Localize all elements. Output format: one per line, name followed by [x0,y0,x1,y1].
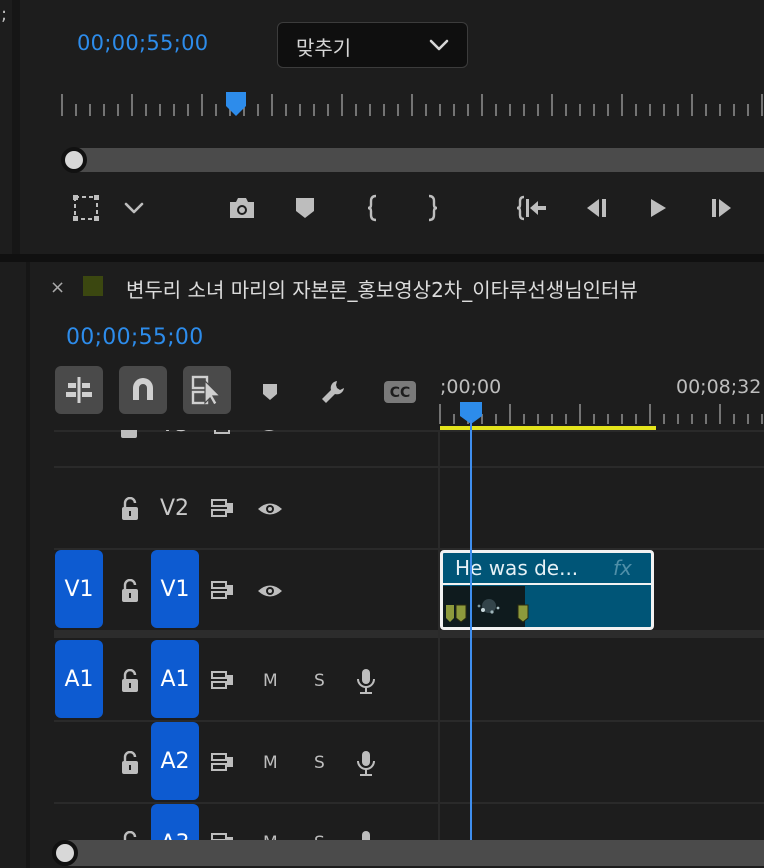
microphone-icon[interactable] [354,748,378,778]
panel-divider[interactable] [0,254,764,262]
microphone-icon[interactable] [354,828,378,840]
track-label-v3[interactable]: V3 [160,430,189,437]
sync-lock-icon[interactable] [212,430,238,436]
lock-open-icon[interactable] [118,578,142,604]
eye-icon[interactable] [256,581,284,601]
solo-track-button[interactable]: S [314,671,325,691]
clip-name-divider [443,583,651,585]
eye-icon[interactable] [256,499,284,519]
program-zoom-scrollbar-handle[interactable] [61,147,87,173]
add-marker-icon[interactable] [287,190,323,226]
program-playhead-handle[interactable] [226,92,246,116]
mute-track-button[interactable]: M [263,671,278,691]
sequence-label-color-swatch [83,276,103,296]
left-panel-edge [0,0,12,254]
sync-lock-icon[interactable] [210,497,236,519]
left-panel-edge [0,262,26,868]
mark-out-icon[interactable] [414,190,450,226]
settings-chevron-icon[interactable] [116,190,152,226]
mute-track-button[interactable]: M [263,753,278,773]
track-header-a2: A2 M S [54,722,434,802]
clip-fx-badge[interactable]: fx [613,556,632,580]
microphone-icon[interactable] [354,666,378,696]
track-header-v3: V3 [118,430,398,444]
linked-selection-icon[interactable] [183,366,231,414]
snap-magnet-icon[interactable] [119,366,167,414]
svg-text:CC: CC [390,385,411,401]
eye-icon[interactable] [256,430,282,436]
source-patch-a1[interactable]: A1 [55,640,103,718]
track-target-a2[interactable]: A2 [151,722,199,800]
insert-nest-icon[interactable] [55,366,103,414]
track-target-a3[interactable]: A3 [151,804,199,840]
solo-track-button[interactable]: S [314,833,325,840]
track-header-a1: A1 A1 M S [54,640,434,720]
fit-zoom-dropdown[interactable]: 맞추기 [277,22,468,68]
left-panel-timecode-fragment: ; [1,4,8,25]
sync-lock-icon[interactable] [210,579,236,601]
close-tab-icon[interactable]: × [50,277,65,298]
export-frame-camera-icon[interactable] [224,190,260,226]
lock-open-icon[interactable] [118,830,142,840]
mark-in-icon[interactable] [355,190,391,226]
track-target-a1[interactable]: A1 [151,640,199,718]
track-header-v1: V1 V1 [54,550,434,630]
timeline-ruler-start-label: ;00;00 [440,376,502,398]
program-timecode[interactable]: 00;00;55;00 [77,31,208,55]
solo-track-button[interactable]: S [314,753,325,773]
add-marker-icon[interactable] [252,374,288,410]
timeline-zoom-scrollbar[interactable] [56,840,764,866]
program-mini-timeline-ruler[interactable] [60,90,764,120]
timeline-ruler-time-label: 00;08;32 [676,376,762,398]
lock-open-icon[interactable] [118,430,140,440]
sequence-tab-title[interactable]: 변두리 소녀 마리의 자본론_홍보영상2차_이타루선생님인터뷰 [126,274,764,303]
track-target-v1[interactable]: V1 [151,550,199,628]
fit-zoom-dropdown-value: 맞추기 [296,36,352,60]
timeline-time-ruler[interactable] [438,400,764,432]
program-zoom-scrollbar[interactable] [62,148,764,172]
mute-track-button[interactable]: M [263,833,278,840]
clip-keyframe-markers[interactable] [445,603,545,627]
track-header-a3: A3 M S [54,804,434,840]
captions-cc-icon[interactable]: CC [382,374,418,410]
timeline-track-area: V3 V2 V1 V1 A1 [30,430,764,840]
track-header-divider [438,430,440,840]
track-label-v2[interactable]: V2 [160,496,189,521]
lock-open-icon[interactable] [118,668,142,694]
timeline-zoom-scrollbar-handle[interactable] [52,840,78,866]
lock-open-icon[interactable] [118,496,142,522]
safe-margins-icon[interactable] [68,190,104,226]
timeline-settings-wrench-icon[interactable] [316,374,352,410]
chevron-down-icon [429,39,449,51]
step-forward-icon[interactable] [704,190,740,226]
sync-lock-icon[interactable] [210,831,236,840]
video-clip[interactable]: He was de... fx [440,550,654,630]
video-audio-separator[interactable] [54,630,764,638]
step-back-icon[interactable] [578,190,614,226]
lock-open-icon[interactable] [118,750,142,776]
timeline-playhead-line[interactable] [470,420,472,840]
timeline-timecode[interactable]: 00;00;55;00 [66,325,204,350]
play-icon[interactable] [640,190,676,226]
source-patch-v1[interactable]: V1 [55,550,103,628]
sync-lock-icon[interactable] [210,751,236,773]
clip-name: He was de... [455,556,579,580]
go-to-in-icon[interactable] [514,190,550,226]
track-header-v2: V2 [54,468,434,548]
sync-lock-icon[interactable] [210,669,236,691]
